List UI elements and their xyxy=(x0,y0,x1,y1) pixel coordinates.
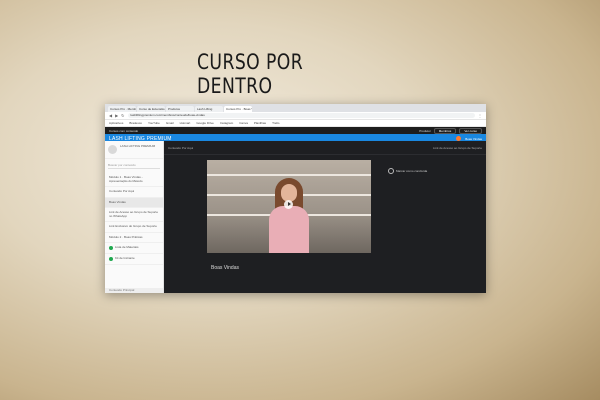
sidebar-item[interactable]: Módulo 1 · Boas Vindas - Apresentação do… xyxy=(105,173,163,187)
shelf-decor xyxy=(207,174,371,176)
sidebar-item[interactable]: Link de Acesso ao Grupo de Suporte no Wh… xyxy=(105,208,163,222)
sidebar-item[interactable]: Módulo 2 · Boas Práticas xyxy=(105,233,163,243)
play-icon[interactable] xyxy=(284,200,293,209)
brand-name: LASH LIFTING PREMIUM xyxy=(120,144,156,148)
sidebar-item[interactable]: Link Exclusivo do Grupo de Suporte xyxy=(105,222,163,233)
video-title: Boas Vindas xyxy=(211,265,239,271)
reload-icon[interactable]: ↻ xyxy=(121,113,124,118)
bookmark[interactable]: Instagram xyxy=(220,121,233,125)
lesson-navigation: Conteúdo Por Aqui Link de Acesso ao Grup… xyxy=(164,141,486,155)
bookmark[interactable]: Hotmart xyxy=(180,121,191,125)
forward-icon[interactable]: ▶ xyxy=(115,113,118,118)
sidebar-item-label: Lista de Materiais xyxy=(115,245,139,250)
previous-lesson-link[interactable]: Conteúdo Por Aqui xyxy=(168,146,193,150)
bookmark[interactable]: YouTube xyxy=(148,121,160,125)
check-icon xyxy=(109,246,113,250)
main-area: LASH LIFTING PREMIUM Buscar por conteúdo… xyxy=(105,141,486,293)
browser-tab[interactable]: Produtos xyxy=(166,106,194,112)
sidebar-footer[interactable]: Conteúdo Principal xyxy=(105,288,163,293)
bookmark[interactable]: Trello xyxy=(272,121,279,125)
sidebar: LASH LIFTING PREMIUM Buscar por conteúdo… xyxy=(105,141,164,293)
bookmark[interactable]: Planilhas xyxy=(254,121,266,125)
search-input[interactable]: Buscar por conteúdo xyxy=(108,163,160,169)
browser-tab-active[interactable]: Cursos Pro · Boas Vindas xyxy=(224,106,252,112)
browser-tab[interactable]: Curso de Extensão xyxy=(137,106,165,112)
mark-complete-checkbox[interactable]: Marcar como concluída xyxy=(388,168,427,174)
sidebar-item-done[interactable]: Kit de Iniciante xyxy=(105,254,163,265)
bookmarks-bar: Aplicativos Bradesco YouTube Gmail Hotma… xyxy=(105,120,486,127)
screenshot-frame: Cursos Pro · Membros Curso de Extensão P… xyxy=(105,104,486,293)
bookmark[interactable]: Google Drive xyxy=(196,121,214,125)
back-icon[interactable]: ◀ xyxy=(109,113,112,118)
lesson-content: Conteúdo Por Aqui Link de Acesso ao Grup… xyxy=(164,141,486,293)
page-heading: CURSO POR DENTRO xyxy=(197,50,304,98)
bookmark[interactable]: Aplicativos xyxy=(109,121,123,125)
sidebar-item-label: Kit de Iniciante xyxy=(115,256,135,261)
sidebar-item-done[interactable]: Lista de Materiais xyxy=(105,243,163,254)
next-lesson-link[interactable]: Link de Acesso ao Grupo de Suporte xyxy=(433,146,482,150)
bookmark[interactable]: Gmail xyxy=(166,121,174,125)
bookmark[interactable]: Bradesco xyxy=(129,121,142,125)
browser-tab[interactable]: Cursos Pro · Membros xyxy=(108,106,136,112)
presenter-image xyxy=(269,178,309,253)
producer-label: Produtor xyxy=(419,128,431,133)
browser-tab[interactable]: Lash Lifting xyxy=(195,106,223,112)
view-course-button[interactable]: Ver curso xyxy=(459,127,482,134)
topbar-text: Cursos com conteúdo xyxy=(109,128,139,133)
members-button[interactable]: Membros xyxy=(433,127,457,134)
sidebar-item[interactable]: Conteúdo Por Aqui xyxy=(105,187,163,198)
address-bar: ◀ ▶ ↻ lashliftingpremium.com/membros/con… xyxy=(105,112,486,120)
sidebar-item-selected[interactable]: Boas Vindas xyxy=(105,197,163,208)
sidebar-brand: LASH LIFTING PREMIUM xyxy=(105,141,163,159)
bookmark[interactable]: Canva xyxy=(239,121,248,125)
platform-topbar: Cursos com conteúdo Produtor Membros Ver… xyxy=(105,127,486,134)
url-input[interactable]: lashliftingpremium.com/membros/conteudo/… xyxy=(127,113,475,118)
mark-complete-label: Marcar como concluída xyxy=(396,169,428,173)
video-player[interactable] xyxy=(207,160,371,253)
check-icon xyxy=(109,257,113,261)
checkbox-icon xyxy=(388,168,394,174)
brand-logo-icon xyxy=(108,145,117,154)
user-menu[interactable]: Boas Vindas xyxy=(465,137,482,141)
browser-tabs: Cursos Pro · Membros Curso de Extensão P… xyxy=(105,104,486,112)
menu-icon[interactable]: ⋮ xyxy=(478,113,482,118)
